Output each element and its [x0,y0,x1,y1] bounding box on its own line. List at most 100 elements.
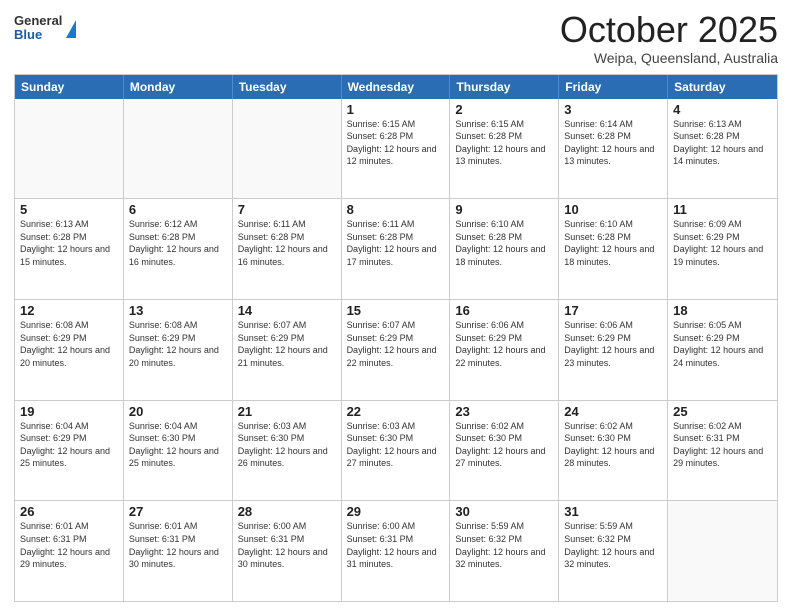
day-cell-27: 27Sunrise: 6:01 AM Sunset: 6:31 PM Dayli… [124,501,233,601]
day-number: 7 [238,202,336,217]
day-info: Sunrise: 6:08 AM Sunset: 6:29 PM Dayligh… [129,319,227,369]
day-number: 9 [455,202,553,217]
day-cell-18: 18Sunrise: 6:05 AM Sunset: 6:29 PM Dayli… [668,300,777,400]
day-cell-11: 11Sunrise: 6:09 AM Sunset: 6:29 PM Dayli… [668,199,777,299]
day-number: 31 [564,504,662,519]
day-info: Sunrise: 6:10 AM Sunset: 6:28 PM Dayligh… [455,218,553,268]
day-cell-13: 13Sunrise: 6:08 AM Sunset: 6:29 PM Dayli… [124,300,233,400]
empty-cell-0-1 [124,99,233,199]
weekday-header-tuesday: Tuesday [233,75,342,99]
day-cell-26: 26Sunrise: 6:01 AM Sunset: 6:31 PM Dayli… [15,501,124,601]
weekday-header-wednesday: Wednesday [342,75,451,99]
day-number: 2 [455,102,553,117]
day-number: 5 [20,202,118,217]
day-number: 3 [564,102,662,117]
day-info: Sunrise: 6:15 AM Sunset: 6:28 PM Dayligh… [455,118,553,168]
day-cell-4: 4Sunrise: 6:13 AM Sunset: 6:28 PM Daylig… [668,99,777,199]
day-cell-5: 5Sunrise: 6:13 AM Sunset: 6:28 PM Daylig… [15,199,124,299]
day-info: Sunrise: 6:11 AM Sunset: 6:28 PM Dayligh… [238,218,336,268]
day-info: Sunrise: 6:13 AM Sunset: 6:28 PM Dayligh… [20,218,118,268]
calendar-header: SundayMondayTuesdayWednesdayThursdayFrid… [15,75,777,99]
day-cell-22: 22Sunrise: 6:03 AM Sunset: 6:30 PM Dayli… [342,401,451,501]
day-info: Sunrise: 6:05 AM Sunset: 6:29 PM Dayligh… [673,319,772,369]
day-number: 16 [455,303,553,318]
logo-general: General [14,14,62,28]
empty-cell-0-0 [15,99,124,199]
weekday-header-saturday: Saturday [668,75,777,99]
day-info: Sunrise: 6:07 AM Sunset: 6:29 PM Dayligh… [238,319,336,369]
day-number: 11 [673,202,772,217]
day-number: 15 [347,303,445,318]
day-number: 13 [129,303,227,318]
day-cell-10: 10Sunrise: 6:10 AM Sunset: 6:28 PM Dayli… [559,199,668,299]
day-cell-7: 7Sunrise: 6:11 AM Sunset: 6:28 PM Daylig… [233,199,342,299]
day-cell-12: 12Sunrise: 6:08 AM Sunset: 6:29 PM Dayli… [15,300,124,400]
day-cell-23: 23Sunrise: 6:02 AM Sunset: 6:30 PM Dayli… [450,401,559,501]
day-cell-19: 19Sunrise: 6:04 AM Sunset: 6:29 PM Dayli… [15,401,124,501]
day-info: Sunrise: 6:00 AM Sunset: 6:31 PM Dayligh… [347,520,445,570]
day-number: 18 [673,303,772,318]
day-info: Sunrise: 6:09 AM Sunset: 6:29 PM Dayligh… [673,218,772,268]
day-info: Sunrise: 6:03 AM Sunset: 6:30 PM Dayligh… [347,420,445,470]
day-number: 28 [238,504,336,519]
calendar-row-0: 1Sunrise: 6:15 AM Sunset: 6:28 PM Daylig… [15,99,777,199]
header: General Blue October 2025 Weipa, Queensl… [14,10,778,66]
day-info: Sunrise: 6:01 AM Sunset: 6:31 PM Dayligh… [20,520,118,570]
day-info: Sunrise: 6:04 AM Sunset: 6:29 PM Dayligh… [20,420,118,470]
weekday-header-monday: Monday [124,75,233,99]
logo: General Blue [14,14,76,43]
weekday-header-friday: Friday [559,75,668,99]
day-info: Sunrise: 6:07 AM Sunset: 6:29 PM Dayligh… [347,319,445,369]
day-number: 26 [20,504,118,519]
day-cell-6: 6Sunrise: 6:12 AM Sunset: 6:28 PM Daylig… [124,199,233,299]
day-number: 20 [129,404,227,419]
day-number: 30 [455,504,553,519]
weekday-header-sunday: Sunday [15,75,124,99]
day-cell-31: 31Sunrise: 5:59 AM Sunset: 6:32 PM Dayli… [559,501,668,601]
logo-blue: Blue [14,28,62,42]
day-info: Sunrise: 6:10 AM Sunset: 6:28 PM Dayligh… [564,218,662,268]
day-number: 21 [238,404,336,419]
day-cell-21: 21Sunrise: 6:03 AM Sunset: 6:30 PM Dayli… [233,401,342,501]
day-number: 22 [347,404,445,419]
day-info: Sunrise: 6:12 AM Sunset: 6:28 PM Dayligh… [129,218,227,268]
day-number: 29 [347,504,445,519]
day-cell-15: 15Sunrise: 6:07 AM Sunset: 6:29 PM Dayli… [342,300,451,400]
logo-text: General Blue [14,14,62,43]
calendar-row-3: 19Sunrise: 6:04 AM Sunset: 6:29 PM Dayli… [15,400,777,501]
day-number: 19 [20,404,118,419]
day-info: Sunrise: 6:02 AM Sunset: 6:30 PM Dayligh… [455,420,553,470]
day-cell-3: 3Sunrise: 6:14 AM Sunset: 6:28 PM Daylig… [559,99,668,199]
day-cell-30: 30Sunrise: 5:59 AM Sunset: 6:32 PM Dayli… [450,501,559,601]
day-cell-24: 24Sunrise: 6:02 AM Sunset: 6:30 PM Dayli… [559,401,668,501]
calendar-row-1: 5Sunrise: 6:13 AM Sunset: 6:28 PM Daylig… [15,198,777,299]
empty-cell-4-6 [668,501,777,601]
day-number: 12 [20,303,118,318]
day-info: Sunrise: 6:15 AM Sunset: 6:28 PM Dayligh… [347,118,445,168]
day-info: Sunrise: 6:02 AM Sunset: 6:30 PM Dayligh… [564,420,662,470]
day-number: 24 [564,404,662,419]
day-number: 17 [564,303,662,318]
day-info: Sunrise: 6:06 AM Sunset: 6:29 PM Dayligh… [455,319,553,369]
day-number: 10 [564,202,662,217]
day-cell-17: 17Sunrise: 6:06 AM Sunset: 6:29 PM Dayli… [559,300,668,400]
day-cell-25: 25Sunrise: 6:02 AM Sunset: 6:31 PM Dayli… [668,401,777,501]
day-number: 14 [238,303,336,318]
day-cell-16: 16Sunrise: 6:06 AM Sunset: 6:29 PM Dayli… [450,300,559,400]
empty-cell-0-2 [233,99,342,199]
day-number: 4 [673,102,772,117]
calendar: SundayMondayTuesdayWednesdayThursdayFrid… [14,74,778,602]
calendar-row-2: 12Sunrise: 6:08 AM Sunset: 6:29 PM Dayli… [15,299,777,400]
day-info: Sunrise: 6:03 AM Sunset: 6:30 PM Dayligh… [238,420,336,470]
day-cell-28: 28Sunrise: 6:00 AM Sunset: 6:31 PM Dayli… [233,501,342,601]
day-cell-8: 8Sunrise: 6:11 AM Sunset: 6:28 PM Daylig… [342,199,451,299]
day-info: Sunrise: 6:04 AM Sunset: 6:30 PM Dayligh… [129,420,227,470]
day-number: 8 [347,202,445,217]
day-cell-9: 9Sunrise: 6:10 AM Sunset: 6:28 PM Daylig… [450,199,559,299]
day-info: Sunrise: 6:02 AM Sunset: 6:31 PM Dayligh… [673,420,772,470]
day-info: Sunrise: 6:08 AM Sunset: 6:29 PM Dayligh… [20,319,118,369]
month-title: October 2025 [560,10,778,50]
page: General Blue October 2025 Weipa, Queensl… [0,0,792,612]
day-number: 1 [347,102,445,117]
day-number: 27 [129,504,227,519]
